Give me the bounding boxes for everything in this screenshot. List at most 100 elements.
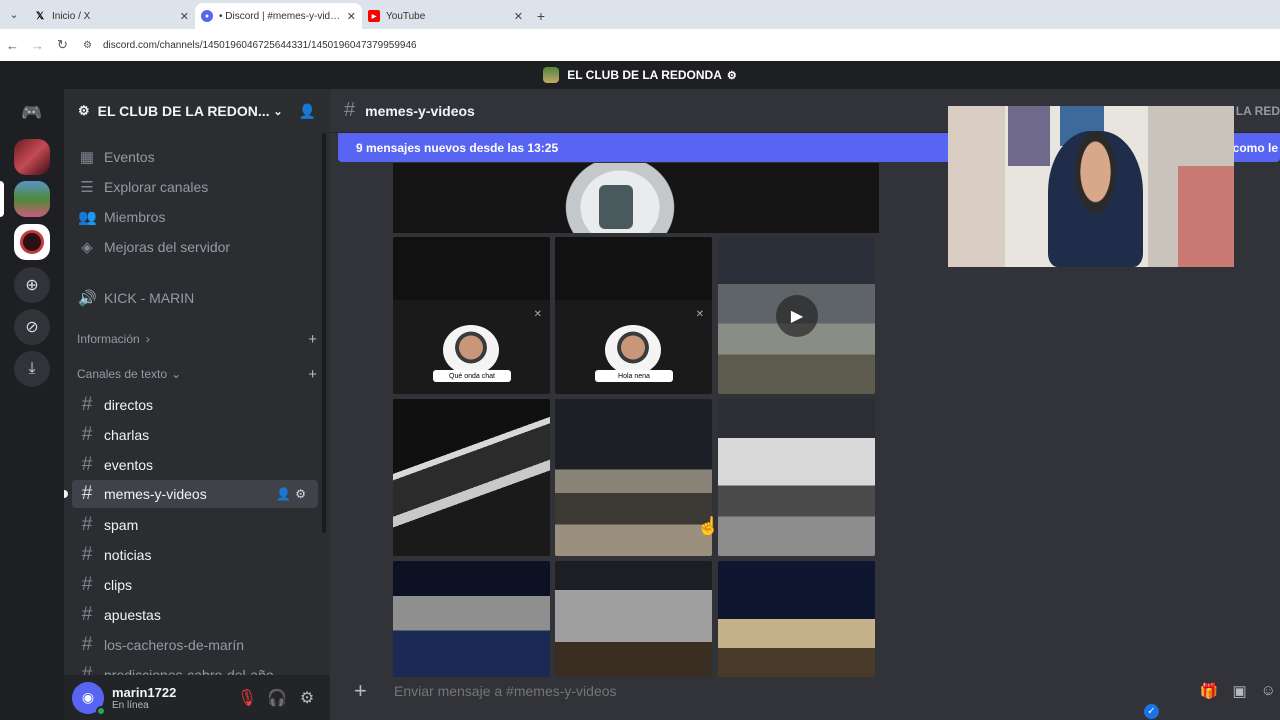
browser-tab-youtube[interactable]: ▶ YouTube ✕ xyxy=(362,3,529,29)
media-item-sticker-2[interactable]: ✕ Hola nena xyxy=(555,237,712,394)
speaker-icon: 🔊 xyxy=(78,290,97,307)
close-tab-icon[interactable]: ✕ xyxy=(180,10,189,23)
media-item-video[interactable]: ▶ xyxy=(718,237,875,394)
category-canales-texto[interactable]: Canales de texto ⌄ + xyxy=(77,364,317,384)
calendar-icon: ▦ xyxy=(79,149,95,166)
server-header[interactable]: ⚙ EL CLUB DE LA REDON... ⌄ 👤 xyxy=(64,89,330,133)
site-info-icon[interactable]: ⚙ xyxy=(83,40,95,51)
channel-name: memes-y-videos xyxy=(104,486,207,502)
invite-icon[interactable]: 👤 xyxy=(276,487,295,501)
close-tab-icon[interactable]: ✕ xyxy=(347,10,356,23)
channel-name: noticias xyxy=(104,547,152,563)
headphones-deafened-icon[interactable]: 🎧 xyxy=(262,688,292,708)
channel-eventos[interactable]: # eventos xyxy=(72,451,318,479)
gift-icon[interactable]: 🎁 xyxy=(1200,682,1219,700)
members-icon: 👥 xyxy=(78,209,97,226)
message-input[interactable] xyxy=(394,683,1094,699)
mark-as-read-text: como le xyxy=(1232,140,1278,155)
close-tab-icon[interactable]: ✕ xyxy=(514,10,523,23)
media-item-night-2[interactable] xyxy=(555,561,712,677)
new-messages-text: 9 mensajes nuevos desde las 13:25 xyxy=(356,140,559,155)
webcam-chair xyxy=(1178,166,1234,267)
channel-name: KICK - MARIN xyxy=(104,290,195,306)
menu-item-miembros[interactable]: 👥 Miembros xyxy=(72,203,318,231)
composer-tools: 🎁 ▣ ☺ xyxy=(1200,682,1280,700)
invite-people-icon[interactable]: 👤 xyxy=(299,103,316,120)
media-item-mural-2[interactable] xyxy=(555,399,712,556)
menu-label: Eventos xyxy=(104,149,155,165)
channel-directos[interactable]: # directos xyxy=(72,391,318,419)
discord-home-icon[interactable]: 🎮 xyxy=(14,95,50,131)
tab-search-chevron-icon[interactable]: ⌄ xyxy=(0,0,28,29)
menu-label: Explorar canales xyxy=(104,179,209,195)
menu-item-eventos[interactable]: ▦ Eventos xyxy=(72,143,318,171)
server-icon xyxy=(543,67,560,83)
channel-clips[interactable]: # clips xyxy=(72,571,318,599)
media-item-night-3[interactable] xyxy=(718,561,875,677)
gear-icon[interactable]: ⚙ xyxy=(295,487,310,501)
hash-icon: # xyxy=(81,514,93,535)
channel-title: memes-y-videos xyxy=(365,102,475,119)
server-icon-2[interactable] xyxy=(14,181,50,217)
reload-icon[interactable]: ↻ xyxy=(50,37,75,53)
channel-charlas[interactable]: # charlas xyxy=(72,421,318,449)
gear-icon: ⚙ xyxy=(726,69,737,82)
settings-gear-icon[interactable]: ⚙ xyxy=(292,688,322,708)
voice-channel-kick-marin[interactable]: 🔊 KICK - MARIN xyxy=(72,284,318,312)
x-logo-icon: 𝕏 xyxy=(35,10,45,22)
user-status: En línea xyxy=(112,699,149,711)
channel-los-cacheros[interactable]: # los-cacheros-de-marín xyxy=(72,631,318,659)
mic-muted-icon[interactable]: 🎙 xyxy=(232,688,262,708)
channel-name: directos xyxy=(104,397,154,413)
media-item-night-1[interactable] xyxy=(393,561,550,677)
window-title: EL CLUB DE LA REDONDA ⚙ xyxy=(0,61,1280,89)
channel-name: eventos xyxy=(104,457,154,473)
menu-item-mejoras[interactable]: ◈ Mejoras del servidor xyxy=(72,233,318,261)
user-names[interactable]: marin1722 En línea xyxy=(112,685,232,711)
play-icon[interactable]: ▶ xyxy=(776,295,818,337)
channel-apuestas[interactable]: # apuestas xyxy=(72,601,318,629)
media-item-building[interactable] xyxy=(718,399,875,556)
category-informacion[interactable]: Información › + xyxy=(77,329,317,349)
server-icon-1[interactable] xyxy=(14,139,50,175)
sidebar-scrollbar[interactable] xyxy=(322,133,326,533)
media-item-mural-1[interactable] xyxy=(393,399,550,556)
youtube-icon: ▶ xyxy=(368,10,380,22)
tab-title: • Discord | #memes-y-videos | EL xyxy=(219,10,343,22)
menu-item-explorar[interactable]: ☰ Explorar canales xyxy=(72,173,318,201)
attach-plus-icon[interactable]: + xyxy=(354,678,378,704)
sticker-person xyxy=(443,325,499,375)
close-icon: ✕ xyxy=(533,309,542,320)
hash-icon: # xyxy=(81,634,93,655)
explore-compass-icon[interactable]: ⊘ xyxy=(14,309,50,345)
browser-tab-discord[interactable]: ● • Discord | #memes-y-videos | EL ✕ xyxy=(195,3,362,29)
server-icon-3[interactable] xyxy=(14,224,50,260)
gif-icon[interactable]: ▣ xyxy=(1232,682,1246,700)
message-composer: + 🎁 ▣ ☺ xyxy=(338,669,1280,713)
sticker-caption: Qué onda chat xyxy=(433,370,511,382)
channel-memes-y-videos[interactable]: # memes-y-videos 👤⚙ xyxy=(72,480,318,508)
new-tab-button[interactable]: + xyxy=(529,3,553,29)
forward-icon[interactable]: → xyxy=(25,38,50,53)
add-channel-icon[interactable]: + xyxy=(308,366,317,383)
server-rail: 🎮 ⊕ ⊘ ⤓ xyxy=(0,89,64,720)
browser-tab-x[interactable]: 𝕏 Inicio / X ✕ xyxy=(28,3,195,29)
shield-icon xyxy=(20,230,44,254)
media-item-top[interactable] xyxy=(393,163,879,233)
hash-icon: # xyxy=(81,394,93,415)
add-channel-icon[interactable]: + xyxy=(308,331,317,348)
url-field[interactable]: ⚙ discord.com/channels/14501960467256443… xyxy=(83,33,943,57)
channel-noticias[interactable]: # noticias xyxy=(72,541,318,569)
sticker-icon[interactable]: ☺ xyxy=(1261,682,1276,700)
avatar[interactable]: ◉ xyxy=(72,681,106,716)
online-status-icon xyxy=(96,705,106,716)
menu-label: Miembros xyxy=(104,209,166,225)
download-icon[interactable]: ⤓ xyxy=(14,351,50,387)
back-icon[interactable]: ← xyxy=(0,38,25,53)
channel-name: charlas xyxy=(104,427,150,443)
selected-server-pill xyxy=(0,181,4,217)
add-server-icon[interactable]: ⊕ xyxy=(14,267,50,303)
media-item-sticker-1[interactable]: ✕ Qué onda chat xyxy=(393,237,550,394)
category-label: Canales de texto xyxy=(77,367,168,381)
channel-spam[interactable]: # spam xyxy=(72,511,318,539)
